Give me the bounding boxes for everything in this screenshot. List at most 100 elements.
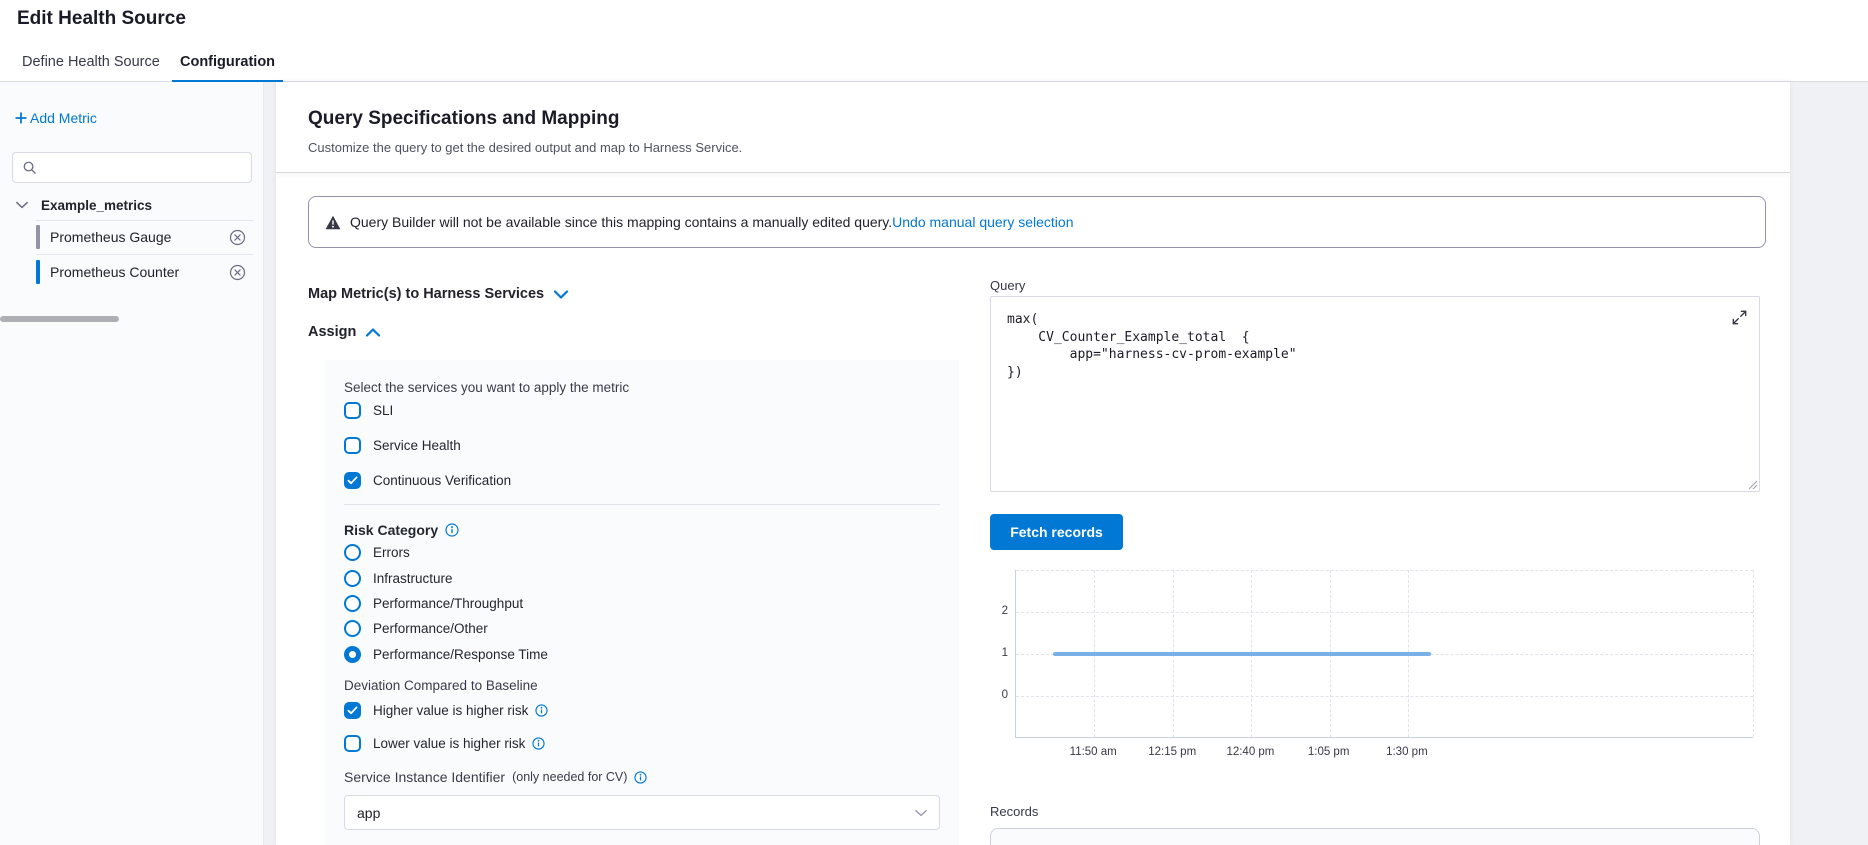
add-metric-button[interactable]: Add Metric — [14, 110, 97, 126]
edit-health-source-screen: Edit Health Source Define Health Source … — [0, 0, 1868, 845]
checkbox-label: SLI — [373, 403, 393, 418]
radio-performance-response-time[interactable]: Performance/Response Time — [344, 646, 940, 663]
query-label: Query — [990, 278, 1025, 293]
checkbox-higher-value-higher-risk[interactable]: Higher value is higher risk — [344, 702, 940, 719]
checkbox-box[interactable] — [344, 702, 361, 719]
plus-icon — [14, 111, 28, 125]
query-code[interactable]: max( CV_Counter_Example_total { app="har… — [1007, 311, 1743, 381]
checkbox-box[interactable] — [344, 402, 361, 419]
radio-circle[interactable] — [344, 544, 361, 561]
select-value: app — [357, 805, 380, 821]
checkbox-lower-value-higher-risk[interactable]: Lower value is higher risk — [344, 735, 940, 752]
assign-section-toggle[interactable]: Assign — [308, 324, 380, 340]
radio-infrastructure[interactable]: Infrastructure — [344, 570, 940, 587]
sii-note: (only needed for CV) — [512, 770, 627, 784]
section-subheading: Customize the query to get the desired o… — [308, 140, 742, 155]
service-instance-select[interactable]: app — [344, 795, 940, 830]
query-results-chart: 01211:50 am12:15 pm12:40 pm1:05 pm1:30 p… — [990, 562, 1780, 768]
plot-right-border — [1753, 570, 1754, 737]
horizontal-scrollbar-thumb[interactable] — [0, 316, 119, 322]
checkbox-service-health[interactable]: Service Health — [344, 437, 940, 454]
remove-metric-icon[interactable] — [229, 229, 246, 246]
metric-accent-bar — [36, 225, 40, 249]
tab-configuration[interactable]: Configuration — [172, 42, 283, 82]
checkbox-box[interactable] — [344, 437, 361, 454]
metric-search[interactable] — [12, 152, 252, 183]
records-label: Records — [990, 804, 1038, 819]
metric-group-name: Example_metrics — [41, 198, 152, 213]
records-list-top — [990, 828, 1760, 845]
chart-plot — [1015, 570, 1753, 738]
radio-label: Infrastructure — [373, 571, 453, 586]
info-icon[interactable] — [634, 771, 647, 784]
radio-performance-other[interactable]: Performance/Other — [344, 620, 940, 637]
radio-label: Performance/Other — [373, 621, 488, 636]
assign-panel: Select the services you want to apply th… — [325, 360, 959, 845]
query-editor[interactable]: max( CV_Counter_Example_total { app="har… — [990, 296, 1760, 492]
info-icon[interactable] — [532, 737, 545, 750]
metric-item-prometheus-counter[interactable]: Prometheus Counter — [36, 257, 254, 287]
warning-triangle-icon — [325, 215, 341, 230]
checkbox-continuous-verification[interactable]: Continuous Verification — [344, 472, 940, 489]
info-icon[interactable] — [535, 704, 548, 717]
y-gridline — [1016, 570, 1753, 571]
tab-bar: Define Health Source Configuration — [0, 42, 1868, 82]
section-heading: Query Specifications and Mapping — [308, 108, 619, 130]
checkbox-box[interactable] — [344, 472, 361, 489]
search-input[interactable] — [43, 160, 242, 175]
tab-define-health-source[interactable]: Define Health Source — [14, 42, 168, 82]
deviation-label: Deviation Compared to Baseline — [344, 678, 940, 693]
metric-group-example-metrics[interactable]: Example_metrics — [0, 194, 263, 216]
chevron-up-icon[interactable] — [366, 328, 380, 337]
warning-text: Query Builder will not be available sinc… — [350, 214, 892, 230]
chevron-down-icon[interactable] — [554, 290, 568, 299]
metric-item-label: Prometheus Gauge — [50, 229, 229, 245]
series-line — [1053, 652, 1431, 656]
y-tick-label: 2 — [990, 605, 1008, 617]
page-title: Edit Health Source — [17, 8, 186, 30]
search-icon — [22, 160, 37, 175]
undo-manual-query-link[interactable]: Undo manual query selection — [892, 214, 1073, 230]
checkbox-label: Continuous Verification — [373, 473, 511, 488]
map-metrics-section-toggle[interactable]: Map Metric(s) to Harness Services — [308, 286, 568, 302]
query-builder-warning-banner: Query Builder will not be available sinc… — [308, 196, 1766, 248]
radio-circle[interactable] — [344, 620, 361, 637]
metric-item-prometheus-gauge[interactable]: Prometheus Gauge — [36, 222, 254, 252]
risk-category-label: Risk Category — [344, 522, 940, 538]
checkbox-sli[interactable]: SLI — [344, 402, 940, 419]
radio-label: Errors — [373, 545, 410, 560]
chevron-down-icon[interactable] — [16, 201, 28, 209]
divider — [36, 254, 254, 255]
info-icon[interactable] — [445, 523, 459, 537]
radio-circle[interactable] — [344, 646, 361, 663]
query-specifications-panel: Query Specifications and Mapping Customi… — [276, 82, 1790, 845]
checkbox-text: Lower value is higher risk — [373, 736, 525, 751]
checkbox-label: Lower value is higher risk — [373, 736, 545, 751]
metric-accent-bar — [36, 260, 40, 284]
radio-errors[interactable]: Errors — [344, 544, 940, 561]
checkbox-box[interactable] — [344, 735, 361, 752]
radio-circle[interactable] — [344, 570, 361, 587]
checkbox-label: Higher value is higher risk — [373, 703, 548, 718]
radio-circle[interactable] — [344, 595, 361, 612]
divider — [36, 220, 254, 221]
y-tick-label: 0 — [990, 689, 1008, 701]
assign-label: Assign — [308, 324, 356, 340]
checkbox-text: Higher value is higher risk — [373, 703, 528, 718]
radio-label: Performance/Response Time — [373, 647, 548, 662]
service-instance-identifier-label: Service Instance Identifier (only needed… — [344, 769, 940, 785]
x-tick-label: 1:30 pm — [1372, 746, 1442, 758]
remove-metric-icon[interactable] — [229, 264, 246, 281]
radio-performance-throughput[interactable]: Performance/Throughput — [344, 595, 940, 612]
services-prompt: Select the services you want to apply th… — [344, 380, 940, 395]
add-metric-label: Add Metric — [30, 110, 97, 126]
expand-icon[interactable] — [1729, 307, 1749, 327]
x-tick-label: 12:15 pm — [1137, 746, 1207, 758]
y-tick-label: 1 — [990, 647, 1008, 659]
chevron-down-icon — [915, 809, 927, 817]
y-gridline — [1016, 696, 1753, 697]
map-metrics-label: Map Metric(s) to Harness Services — [308, 286, 544, 302]
fetch-records-button[interactable]: Fetch records — [990, 514, 1123, 550]
resize-handle-icon[interactable] — [1747, 479, 1758, 490]
risk-category-text: Risk Category — [344, 522, 438, 538]
